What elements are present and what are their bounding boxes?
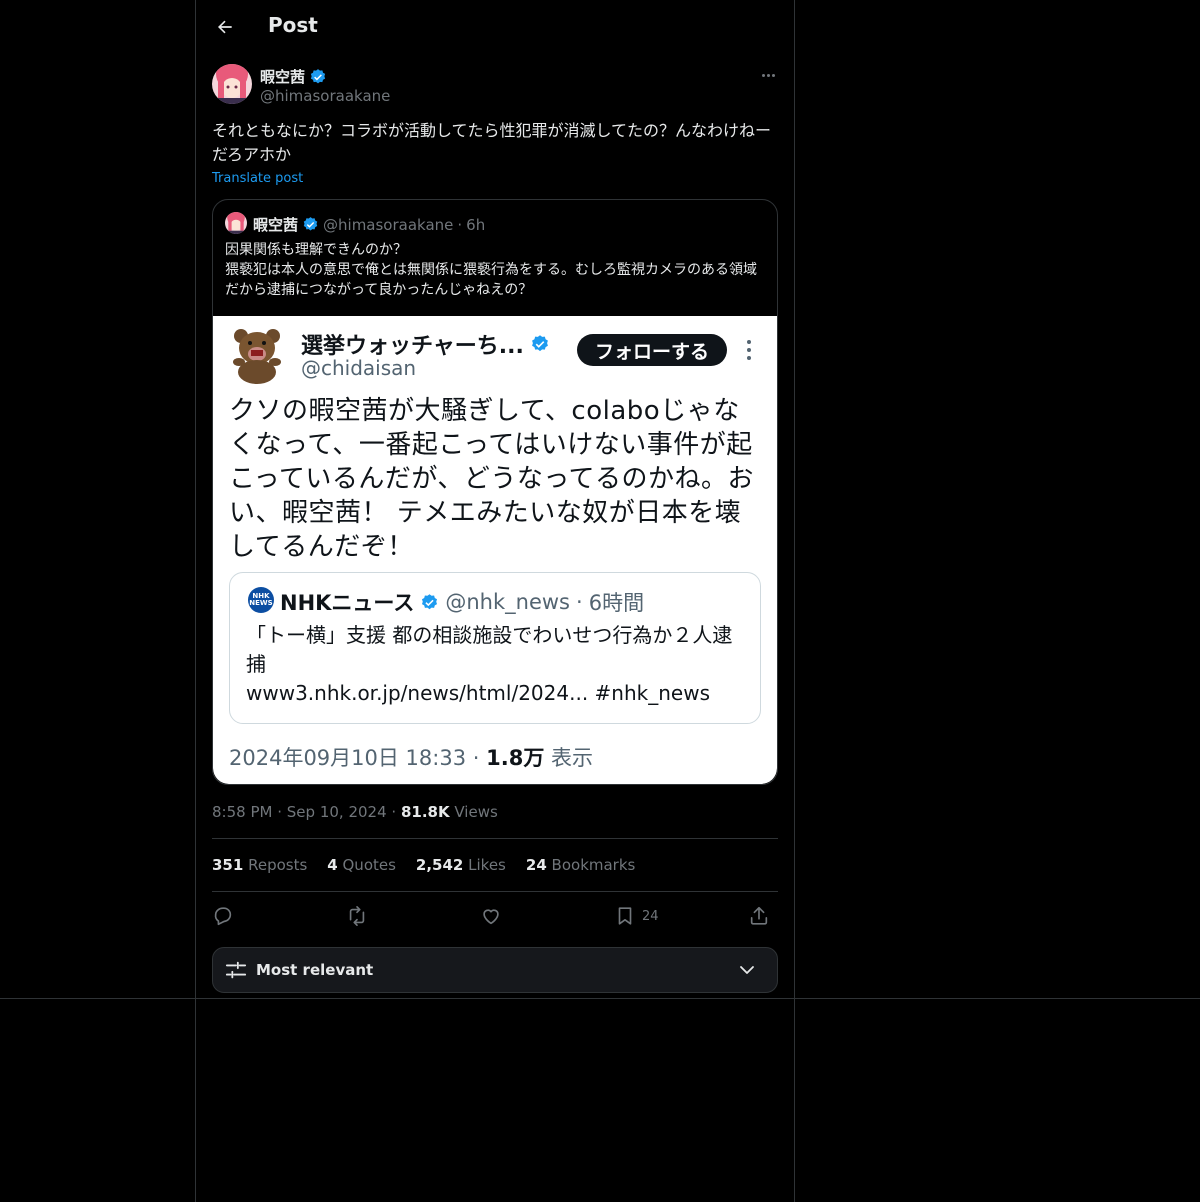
more-dot-icon — [761, 73, 765, 77]
nhk-logo: NHK NEWS — [248, 587, 274, 613]
author-handle[interactable]: @himasoraakane — [260, 87, 390, 105]
heart-icon — [483, 909, 499, 925]
sliders-icon — [225, 961, 247, 979]
verified-badge-icon — [303, 217, 318, 231]
separator-dot: · — [576, 590, 583, 614]
reply-button[interactable] — [212, 902, 234, 930]
author-name-text: 暇空茜 — [260, 68, 306, 86]
action-bar: 24 — [212, 902, 778, 930]
screenshot-timestamp: 2024年09月10日 18:33 — [229, 746, 467, 770]
screenshot-text: クソの暇空茜が大騒ぎして、colaboじゃなくなって、一番起こってはいけない事件… — [229, 396, 755, 562]
engagement-stats: 351 Reposts 4 Quotes 2,542 Likes 24 Book… — [212, 856, 635, 874]
screenshot-views-label: 表示 — [551, 746, 594, 770]
nested-author-name: NHKニュース — [280, 591, 415, 615]
likes-label: Likes — [468, 856, 506, 874]
post-meta: 8:58 PM · Sep 10, 2024 · 81.8K Views — [212, 803, 498, 821]
share-icon — [750, 906, 768, 925]
more-dot-icon — [766, 73, 770, 77]
quote-text: 因果関係も理解できんのか？ 猥褻犯は本人の意思で俺とは無関係に猥褻行為をする。む… — [225, 240, 767, 300]
separator-dot: · — [277, 803, 287, 821]
screenshot-follow-button: フォローする — [577, 334, 727, 366]
quotes-stat[interactable]: 4 Quotes — [327, 856, 396, 874]
bookmarks-stat[interactable]: 24 Bookmarks — [526, 856, 635, 874]
repost-icon — [349, 906, 365, 926]
post-date[interactable]: Sep 10, 2024 — [287, 803, 387, 821]
bookmark-icon — [618, 907, 632, 925]
views-label: Views — [454, 803, 498, 821]
quoted-post[interactable]: 暇空茜 @himasoraakane · 6h 因果関係も理解できんのか？ 猥褻… — [212, 199, 778, 785]
reposts-stat[interactable]: 351 Reposts — [212, 856, 307, 874]
quote-line: 因果関係も理解できんのか？ — [225, 242, 407, 258]
nested-headline: 「トー横」支援 都の相談施設でわいせつ行為か２人逮捕 — [246, 623, 733, 676]
more-options-button[interactable] — [756, 64, 780, 86]
nested-age: 6時間 — [588, 591, 645, 615]
reposts-label: Reposts — [248, 856, 308, 874]
quote-avatar — [225, 212, 247, 234]
page-title: Post — [268, 13, 318, 37]
reply-icon — [214, 907, 232, 926]
bookmark-count: 24 — [642, 908, 659, 924]
nested-quote-header: NHKニュース @nhk_news · 6時間 — [280, 587, 644, 617]
repost-button[interactable] — [346, 902, 368, 930]
quotes-label: Quotes — [342, 856, 396, 874]
quote-author-handle: @himasoraakane — [323, 215, 454, 234]
sort-label: Most relevant — [256, 961, 374, 979]
reposts-count: 351 — [212, 856, 244, 874]
arrow-left-icon — [218, 20, 232, 34]
avatar[interactable] — [212, 64, 252, 104]
like-button[interactable] — [480, 902, 502, 930]
quote-author-name: 暇空茜 — [253, 216, 299, 234]
kebab-icon — [745, 340, 753, 360]
verified-badge-icon — [531, 335, 548, 352]
quote-age: 6h — [466, 215, 486, 234]
chevron-down-icon — [740, 966, 754, 974]
separator-dot: · — [391, 803, 401, 821]
quote-line: 猥褻犯は本人の意思で俺とは無関係に猥褻行為をする。むしろ監視カメラのある領域だか… — [225, 262, 757, 298]
translate-post-link[interactable]: Translate post — [212, 171, 303, 186]
top-bar: Post — [196, 0, 794, 53]
share-button[interactable] — [748, 902, 770, 930]
avatar-image — [212, 64, 252, 104]
reply-sort-dropdown[interactable]: Most relevant — [212, 947, 778, 993]
nested-author-handle: @nhk_news — [445, 590, 571, 614]
back-button[interactable] — [212, 14, 238, 40]
post-time[interactable]: 8:58 PM — [212, 803, 272, 821]
main-column: Post 暇空茜 @himasoraakane それともなにか？コラボが活動して… — [195, 0, 795, 1202]
nested-quote-card: NHK NEWS NHKニュース @nhk_news · 6時間 「トー横」支援… — [229, 572, 761, 724]
divider — [212, 838, 778, 839]
quotes-count: 4 — [327, 856, 338, 874]
screenshot-views-count: 1.8万 — [486, 746, 545, 770]
nested-link: www3.nhk.or.jp/news/html/2024... #nhk_ne… — [246, 681, 710, 705]
screenshot-footer: 2024年09月10日 18:33 · 1.8万 表示 — [229, 742, 593, 772]
post-text: それともなにか？コラボが活動してたら性犯罪が消滅してたの？んなわけねーだろアホか — [212, 121, 772, 164]
verified-badge-icon — [310, 68, 326, 83]
nested-quote-text: 「トー横」支援 都の相談施設でわいせつ行為か２人逮捕 www3.nhk.or.j… — [246, 621, 751, 708]
bookmarks-label: Bookmarks — [551, 856, 636, 874]
likes-stat[interactable]: 2,542 Likes — [416, 856, 506, 874]
quote-header: 暇空茜 @himasoraakane · 6h — [253, 214, 485, 235]
verified-badge-icon — [422, 593, 438, 609]
likes-count: 2,542 — [415, 856, 464, 874]
bear-image — [233, 329, 281, 384]
separator-dot: · — [472, 746, 487, 770]
separator-dot: · — [457, 215, 463, 234]
bookmarks-count: 24 — [525, 856, 547, 874]
page-divider-line — [0, 998, 1200, 999]
quote-media-screenshot[interactable]: 選挙ウォッチャーち... @chidaisan フォローする クソの暇空茜が大騒… — [213, 316, 777, 784]
divider — [212, 891, 778, 892]
more-dot-icon — [771, 73, 775, 77]
author-name[interactable]: 暇空茜 — [260, 66, 327, 87]
screenshot-author-handle: @chidaisan — [301, 356, 417, 380]
bookmark-button[interactable]: 24 — [614, 902, 659, 930]
bear-avatar — [229, 326, 285, 384]
views-count: 81.8K — [400, 803, 450, 821]
avatar-image — [225, 212, 247, 234]
